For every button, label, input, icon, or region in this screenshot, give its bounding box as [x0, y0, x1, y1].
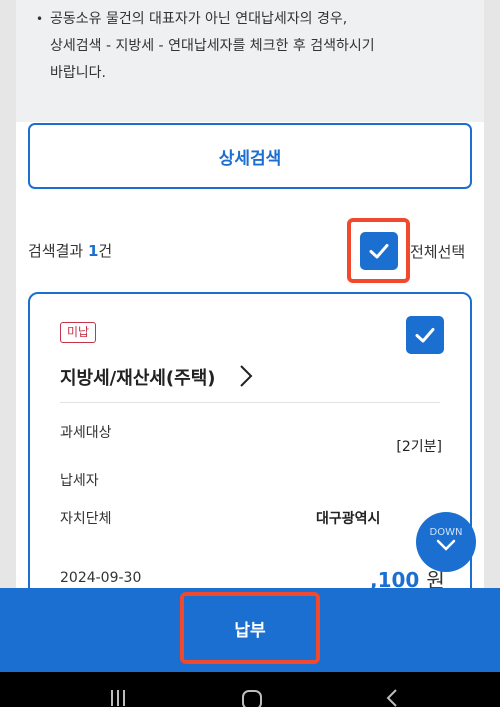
- pay-button[interactable]: 납부: [180, 592, 320, 664]
- detail-search-button[interactable]: 상세검색: [28, 123, 472, 189]
- chevron-right-icon[interactable]: [238, 363, 254, 389]
- chevron-down-icon: [436, 539, 456, 551]
- card-divider: [60, 402, 440, 403]
- item-checkbox[interactable]: [406, 316, 444, 354]
- select-all-checkbox[interactable]: [360, 232, 398, 270]
- notice-area: • 공동소유 물건의 대표자가 아닌 연대납세자의 경우, 상세검색 - 지방세…: [16, 0, 484, 122]
- tax-item-card[interactable]: 미납 지방세/재산세(주택) 과세대상 [2기분] 납세자 자치단체 대구광역시…: [28, 292, 472, 622]
- result-count: 검색결과 1건: [28, 240, 112, 261]
- home-icon[interactable]: [240, 688, 264, 707]
- notice-line-1: 공동소유 물건의 대표자가 아닌 연대납세자의 경우,: [50, 11, 348, 27]
- recent-apps-icon[interactable]: [108, 688, 128, 706]
- row-label-taxpayer: 납세자: [60, 473, 99, 489]
- tax-title[interactable]: 지방세/재산세(주택): [60, 364, 216, 390]
- row-label-target: 과세대상: [60, 425, 112, 441]
- row-label-local-gov: 자치단체: [60, 511, 112, 527]
- notice-line-3: 바랍니다.: [50, 65, 106, 81]
- result-number: 1: [87, 242, 99, 260]
- back-icon[interactable]: [384, 688, 400, 707]
- row-value-local-gov: 대구광역시: [316, 511, 381, 527]
- scroll-down-button[interactable]: DOWN: [416, 512, 476, 572]
- checkmark-icon: [369, 244, 389, 259]
- notice-line-2: 상세검색 - 지방세 - 연대납세자를 체크한 후 검색하시기: [50, 38, 375, 54]
- checkmark-icon: [415, 328, 435, 343]
- down-label: DOWN: [429, 526, 463, 538]
- due-date: 2024-09-30: [60, 570, 142, 586]
- result-suffix: 건: [98, 242, 113, 260]
- notice-text: • 공동소유 물건의 대표자가 아닌 연대납세자의 경우, 상세검색 - 지방세…: [36, 6, 470, 87]
- bullet-icon: •: [36, 12, 44, 26]
- row-value-target: [2기분]: [396, 439, 442, 455]
- result-prefix: 검색결과: [28, 242, 88, 260]
- system-nav-bar: [0, 672, 500, 707]
- unpaid-badge: 미납: [60, 322, 97, 343]
- select-all-label[interactable]: 전체선택: [410, 241, 465, 262]
